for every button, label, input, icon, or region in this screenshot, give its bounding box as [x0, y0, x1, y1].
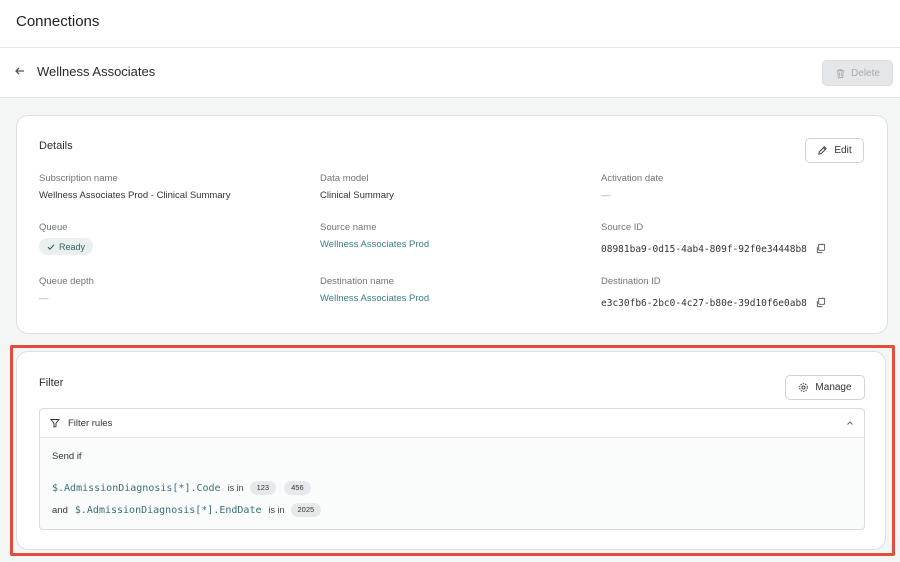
subscription-name-field: Subscription name Wellness Associates Pr… [39, 173, 230, 201]
source-id-field: Source ID 08981ba9-0d15-4ab4-809f-92f0e3… [601, 222, 826, 257]
activation-date-label: Activation date [601, 173, 664, 184]
details-title: Details [39, 140, 73, 152]
queue-depth-label: Queue depth [39, 276, 94, 287]
pencil-icon [818, 146, 828, 155]
check-icon [47, 243, 55, 250]
queue-field: Queue Ready [39, 222, 94, 256]
destination-name-link[interactable]: Wellness Associates Prod [320, 293, 429, 304]
destination-id-field: Destination ID e3c30fb6-2bc0-4c27-b80e-3… [601, 276, 826, 311]
copy-icon[interactable] [815, 243, 826, 254]
data-model-value: Clinical Summary [320, 190, 394, 201]
queue-status-badge: Ready [39, 238, 94, 255]
destination-name-field: Destination name Wellness Associates Pro… [320, 276, 429, 304]
queue-status-text: Ready [59, 241, 86, 252]
filter-highlight-box [10, 345, 895, 556]
activation-date-value: — [601, 190, 611, 201]
queue-depth-field: Queue depth — [39, 276, 94, 304]
connection-header: Wellness Associates Delete [0, 48, 900, 98]
source-id-label: Source ID [601, 222, 644, 233]
edit-button[interactable]: Edit [805, 138, 864, 163]
edit-label: Edit [834, 145, 852, 156]
top-bar: Connections [0, 0, 900, 48]
connection-name: Wellness Associates [37, 64, 156, 79]
destination-id-value: e3c30fb6-2bc0-4c27-b80e-39d10f6e0ab8 [601, 298, 807, 309]
queue-label: Queue [39, 222, 68, 233]
arrow-left-icon[interactable] [12, 63, 28, 79]
subscription-name-value: Wellness Associates Prod - Clinical Summ… [39, 190, 231, 201]
destination-name-label: Destination name [320, 276, 394, 287]
details-card: Details Edit Subscription name Wellness … [16, 115, 888, 334]
trash-icon [836, 68, 845, 78]
copy-icon[interactable] [815, 297, 826, 308]
queue-depth-value: — [39, 293, 49, 304]
source-name-link[interactable]: Wellness Associates Prod [320, 239, 429, 250]
source-name-field: Source name Wellness Associates Prod [320, 222, 429, 250]
source-id-value: 08981ba9-0d15-4ab4-809f-92f0e34448b8 [601, 244, 807, 255]
activation-date-field: Activation date — [601, 173, 663, 201]
delete-label: Delete [851, 67, 880, 79]
page-title: Connections [16, 13, 100, 30]
destination-id-label: Destination ID [601, 276, 661, 287]
subscription-name-label: Subscription name [39, 173, 118, 184]
delete-button[interactable]: Delete [822, 60, 893, 86]
source-name-label: Source name [320, 222, 377, 233]
data-model-field: Data model Clinical Summary [320, 173, 394, 201]
data-model-label: Data model [320, 173, 369, 184]
